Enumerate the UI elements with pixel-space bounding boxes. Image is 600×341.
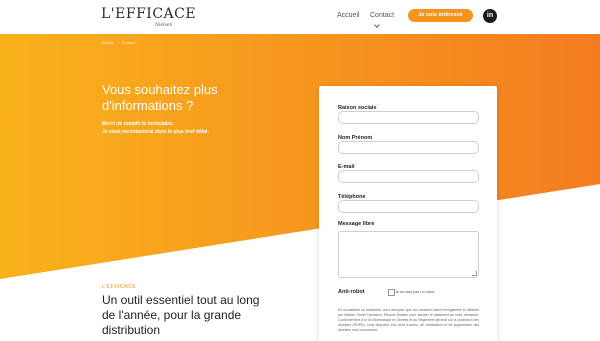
antirobot-text: Je ne suis pas un robot xyxy=(395,290,435,294)
company-label: Raison sociale* xyxy=(338,102,379,111)
hero-banner xyxy=(0,34,600,341)
intro-line-2: Je vous recontacterai dans le plus bref … xyxy=(102,129,209,135)
breadcrumb-home[interactable]: Nielsen xyxy=(101,40,114,45)
page-title: Vous souhaitez plus d'informations ? xyxy=(102,82,218,113)
antirobot-checkbox[interactable] xyxy=(388,289,395,296)
brand-logo[interactable]: L'EFFICACE Nielsen xyxy=(101,6,196,30)
hero-intro: Merci de remplir le formulaire. Je vous … xyxy=(102,120,302,136)
company-input[interactable] xyxy=(338,111,479,124)
message-textarea[interactable] xyxy=(338,231,479,278)
interested-button[interactable]: Je suis intéressé xyxy=(408,9,473,22)
contact-form: Raison sociale* Nom Prénom* E-mail* Télé… xyxy=(319,86,497,341)
legal-notice: En soumettant ce formulaire, vous accept… xyxy=(338,308,479,332)
breadcrumb-separator: › xyxy=(117,40,119,45)
section-brand: L'EFFICACE xyxy=(102,284,137,290)
top-navigation-bar: L'EFFICACE Nielsen Accueil Contact Je su… xyxy=(0,0,600,34)
nav-contact-link[interactable]: Contact xyxy=(370,12,394,19)
logo-subtext: Nielsen xyxy=(155,23,173,28)
logo-wordmark: L'EFFICACE xyxy=(101,6,197,22)
hero-background xyxy=(0,34,600,279)
section-title: Un outil essentiel tout au long de l'ann… xyxy=(102,293,260,337)
message-label: Message libre xyxy=(338,221,375,227)
phone-label: Téléphone* xyxy=(338,191,368,200)
chevron-down-icon xyxy=(374,22,380,28)
name-input[interactable] xyxy=(338,141,479,154)
nav-home-link[interactable]: Accueil xyxy=(337,12,360,19)
resize-grip-icon[interactable] xyxy=(472,271,477,276)
antirobot-label: Anti-robot xyxy=(338,289,365,295)
name-label: Nom Prénom* xyxy=(338,132,374,141)
linkedin-icon[interactable]: in xyxy=(483,9,497,23)
phone-input[interactable] xyxy=(338,200,479,213)
email-label: E-mail* xyxy=(338,161,357,170)
email-input[interactable] xyxy=(338,170,479,183)
intro-line-1: Merci de remplir le formulaire. xyxy=(102,121,174,127)
breadcrumb: Nielsen › Contact xyxy=(101,40,138,45)
breadcrumb-current: Contact xyxy=(121,40,136,45)
